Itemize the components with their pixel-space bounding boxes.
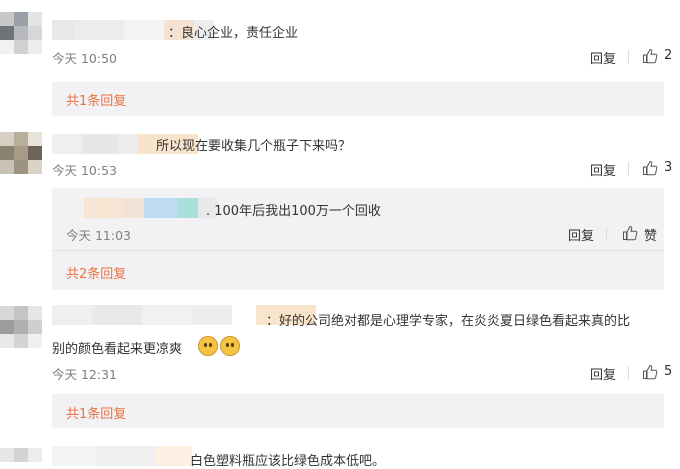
divider <box>628 50 629 64</box>
avatar[interactable] <box>0 12 42 54</box>
comment-time: 今天 12:31 <box>52 367 117 382</box>
replies-box: . 100年后我出100万一个回收 今天 11:03 回复 赞 共2条回复 <box>52 188 664 290</box>
divider <box>606 227 607 241</box>
avatar[interactable] <box>0 132 42 176</box>
blurred-username[interactable] <box>52 446 192 466</box>
cat-face-emoji <box>198 336 218 356</box>
divider <box>52 250 664 251</box>
comment-text-continued: 别的颜色看起来更凉爽 <box>52 342 183 357</box>
comment-time: 今天 10:53 <box>52 163 117 178</box>
like-label[interactable]: 赞 <box>644 225 657 244</box>
sub-reply-time: 今天 11:03 <box>66 228 131 243</box>
thumbs-up-icon[interactable] <box>642 160 658 176</box>
cat-face-emoji <box>220 336 240 356</box>
like-count: 5 <box>664 364 673 379</box>
thumbs-up-icon[interactable] <box>642 364 658 380</box>
comment-time: 今天 10:50 <box>52 51 117 66</box>
replies-box: 共1条回复 <box>52 82 664 116</box>
comment-text: 白色塑料瓶应该比绿色成本低吧。 <box>190 454 386 469</box>
replies-box: 共1条回复 <box>52 394 664 428</box>
sub-reply-button[interactable]: 回复 <box>568 225 594 244</box>
divider <box>628 366 629 380</box>
avatar[interactable] <box>0 448 42 463</box>
comment-text: ：好的公司绝对都是心理学专家，在炎炎夏日绿色看起来真的比 <box>266 314 631 329</box>
view-replies-link[interactable]: 共1条回复 <box>66 403 126 422</box>
like-count: 2 <box>664 48 673 63</box>
thumbs-up-icon[interactable] <box>622 225 638 241</box>
thumbs-up-icon[interactable] <box>642 48 658 64</box>
avatar[interactable] <box>0 306 42 348</box>
blurred-username[interactable] <box>64 198 218 218</box>
reply-button[interactable]: 回复 <box>590 364 616 383</box>
comment-text: ：良心企业，责任企业 <box>168 26 299 41</box>
comment-text: 所以现在要收集几个瓶子下来吗？ <box>156 139 352 154</box>
sub-reply-text: . 100年后我出100万一个回收 <box>206 204 381 219</box>
reply-button[interactable]: 回复 <box>590 160 616 179</box>
like-count: 3 <box>664 160 673 175</box>
view-replies-link[interactable]: 共1条回复 <box>66 90 126 109</box>
divider <box>628 162 629 176</box>
reply-button[interactable]: 回复 <box>590 48 616 67</box>
view-replies-link[interactable]: 共2条回复 <box>66 263 126 282</box>
